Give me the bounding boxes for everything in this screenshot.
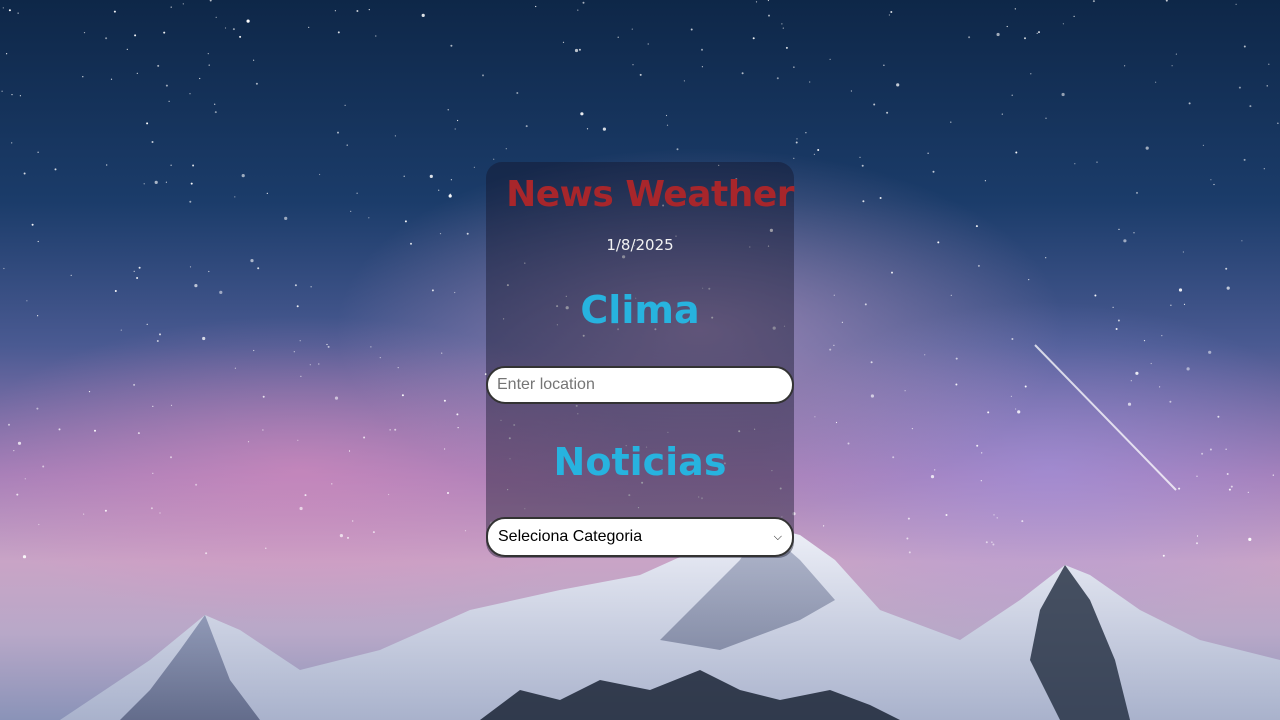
weather-heading: Clima <box>580 288 700 332</box>
chevron-down-icon: ⌵ <box>773 530 782 543</box>
news-heading: Noticias <box>553 440 727 484</box>
app-title: News Weather <box>506 174 794 215</box>
category-select[interactable]: Seleciona Categoria ⌵ <box>486 517 794 557</box>
location-input[interactable] <box>486 366 794 404</box>
current-date: 1/8/2025 <box>606 236 674 254</box>
category-selected-label: Seleciona Categoria <box>498 528 643 545</box>
main-panel: News Weather 1/8/2025 Clima Noticias Sel… <box>486 162 795 558</box>
